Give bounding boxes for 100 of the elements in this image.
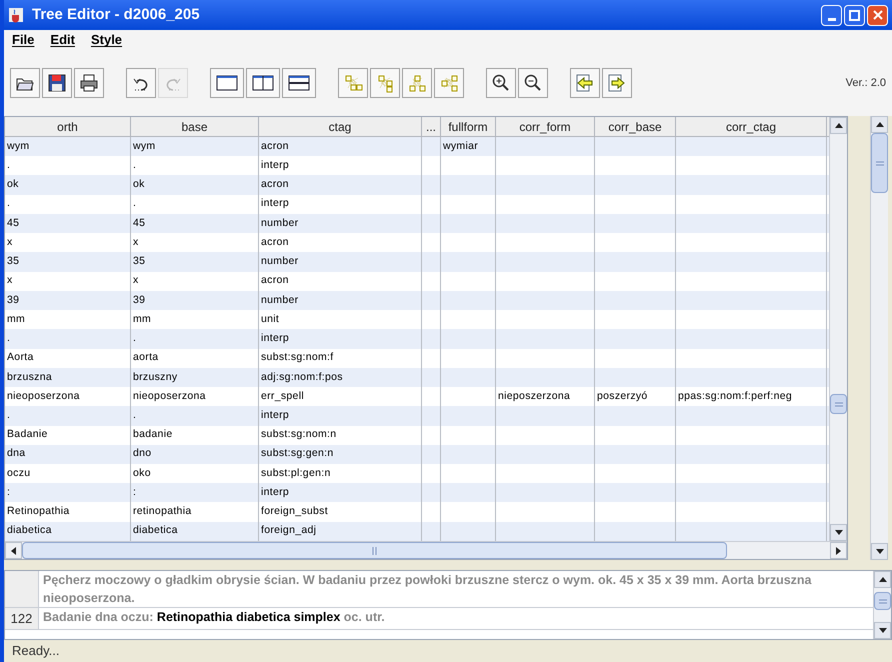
table-cell-text: .: [7, 408, 10, 424]
table-row[interactable]: Retinopathia retinopathia foreign_subst: [5, 502, 829, 522]
table-row[interactable]: diabetica diabetica foreign_adj: [5, 522, 829, 541]
table-row[interactable]: Badanie badanie subst:sg:nom:n: [5, 426, 829, 445]
close-button[interactable]: [867, 4, 888, 26]
table-cell-text: diabetica: [133, 523, 178, 538]
table-row[interactable]: mm mm unit: [5, 310, 829, 330]
scrollbar-thumb[interactable]: [830, 394, 847, 414]
table-cell-text: subst:sg:gen:n: [261, 446, 334, 462]
table-cell-text: acron: [261, 273, 289, 288]
table-cell-text: number: [261, 216, 298, 231]
table-cell-text: x: [133, 273, 139, 288]
toolbar-button[interactable]: [10, 68, 40, 98]
table-cell-text: 35: [133, 254, 146, 270]
table-cell-text: retinopathia: [133, 504, 192, 520]
grip-icon: [876, 160, 884, 166]
table-cell-text: poszerzyó: [597, 388, 648, 404]
table-cell-text: x: [7, 234, 13, 250]
table-cell-text: ok: [7, 177, 19, 192]
table-row[interactable]: . . interp: [5, 329, 829, 349]
table-row[interactable]: x x acron: [5, 233, 829, 252]
table-cell-text: interp: [261, 331, 290, 346]
table-cell-text: .: [133, 158, 136, 173]
table-cell-text: Badanie: [7, 427, 48, 442]
scrollbar-thumb[interactable]: [871, 133, 888, 193]
table-cell-text: unit: [261, 312, 280, 327]
vertical-scrollbar[interactable]: [870, 116, 888, 560]
table-cell-text: foreign_subst: [261, 504, 328, 520]
toolbar-button[interactable]: [126, 68, 156, 98]
table-row[interactable]: . . interp: [5, 194, 829, 214]
table-row[interactable]: . . interp: [5, 406, 829, 426]
line-number: 122: [10, 610, 32, 628]
table-cell-text: mm: [7, 312, 26, 327]
column-header[interactable]: corr_ctag: [676, 117, 827, 136]
table-row[interactable]: nieoposerzona nieoposerzona err_spell nieposzerzona poszerzyó ppas:sg:nom:f:perf:neg: [5, 387, 829, 406]
toolbar-button[interactable]: [210, 68, 244, 98]
table-row[interactable]: dna dno subst:sg:gen:n: [5, 444, 829, 464]
single-pane-icon: [215, 73, 239, 93]
table-row[interactable]: wym wym acron wymiar: [5, 137, 829, 156]
table-row[interactable]: x x acron: [5, 272, 829, 291]
table-cell-text: wymiar: [443, 138, 478, 154]
grip-icon: [834, 402, 842, 406]
maximize-button[interactable]: [844, 4, 865, 26]
table-cell-text: interp: [261, 484, 290, 500]
vertical-scrollbar[interactable]: [873, 571, 891, 639]
table-cell-text: Aorta: [7, 350, 34, 366]
table-row[interactable]: oczu oko subst:pl:gen:n: [5, 464, 829, 484]
scrollbar-thumb[interactable]: [22, 542, 727, 559]
table-row[interactable]: . . interp: [5, 156, 829, 176]
toolbar-button[interactable]: [602, 68, 632, 98]
toolbar-button[interactable]: [74, 68, 104, 98]
column-header[interactable]: fullform: [441, 117, 496, 136]
table-row[interactable]: ok ok acron: [5, 175, 829, 195]
vertical-scrollbar[interactable]: [829, 117, 847, 541]
table-row[interactable]: 35 35 number: [5, 252, 829, 272]
up-arrow-icon: [878, 577, 886, 582]
column-header[interactable]: corr_form: [496, 117, 595, 136]
down-arrow-icon: [878, 628, 886, 633]
minimize-icon: [828, 18, 836, 20]
printer-icon: [79, 73, 99, 93]
toolbar-button[interactable]: [246, 68, 280, 98]
table-row[interactable]: : : interp: [5, 483, 829, 502]
table-cell-text: brzuszna: [7, 370, 52, 385]
table-cell-text: .: [7, 331, 10, 346]
tree-diagram-icon: [439, 73, 459, 93]
horizontal-scrollbar[interactable]: [5, 541, 847, 559]
window-title: Tree Editor - d2006_205: [32, 4, 200, 25]
menu-item[interactable]: File: [12, 30, 34, 50]
column-header[interactable]: orth: [5, 117, 131, 136]
table-cell-text: wym: [133, 138, 156, 154]
table-cell-text: nieoposerzona: [7, 388, 80, 404]
table-cell-text: oko: [133, 466, 151, 481]
menu-item[interactable]: Style: [90, 30, 122, 50]
table-row[interactable]: brzuszna brzuszny adj:sg:nom:f:pos: [5, 368, 829, 388]
table-cell-text: .: [133, 331, 136, 346]
scrollbar-thumb[interactable]: [874, 592, 891, 610]
column-header[interactable]: base: [131, 117, 259, 136]
table-cell-text: interp: [261, 196, 290, 212]
column-header[interactable]: corr_base: [595, 117, 676, 136]
column-header[interactable]: ...: [422, 117, 441, 136]
table-row[interactable]: 39 39 number: [5, 290, 829, 310]
toolbar-button[interactable]: [486, 68, 516, 98]
toolbar-button[interactable]: [42, 68, 72, 98]
minimize-button[interactable]: [821, 4, 842, 26]
table-row[interactable]: 45 45 number: [5, 214, 829, 234]
table-cell-text: acron: [261, 234, 289, 250]
column-header[interactable]: ctag: [259, 117, 422, 136]
down-arrow-icon: [834, 530, 842, 535]
zoom-in-icon: [491, 73, 511, 93]
close-icon: [872, 10, 882, 20]
toolbar-button[interactable]: [570, 68, 600, 98]
table-cell-text: 45: [133, 216, 146, 231]
toolbar-button[interactable]: [518, 68, 548, 98]
table-cell-text: number: [261, 254, 298, 270]
grip-icon: [372, 546, 377, 554]
menu-item[interactable]: Edit: [50, 30, 75, 50]
table-cell-text: .: [7, 158, 10, 173]
table-cell-text: :: [7, 484, 10, 500]
table-row[interactable]: Aorta aorta subst:sg:nom:f: [5, 348, 829, 368]
toolbar-button[interactable]: [282, 68, 316, 98]
